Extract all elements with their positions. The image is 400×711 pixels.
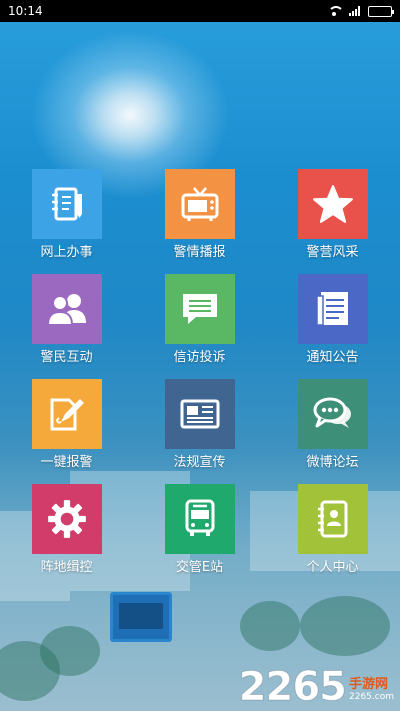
tile-label: 警营风采 — [306, 245, 359, 260]
gear-icon — [47, 500, 86, 538]
tile-icon-box — [164, 169, 235, 239]
tile-notices[interactable]: 通知公告 — [266, 274, 399, 379]
tile-weibo-forum[interactable]: 微博论坛 — [266, 379, 399, 484]
tile-label: 法规宣传 — [173, 455, 226, 470]
tile-label: 个人中心 — [306, 560, 359, 575]
tile-one-click-alarm[interactable]: 一键报警 — [0, 379, 133, 484]
wifi-icon — [327, 6, 344, 16]
notepad-icon — [51, 187, 82, 221]
tile-police-style[interactable]: 警营风采 — [266, 169, 399, 274]
chat-icon — [313, 397, 351, 428]
tile-label: 警情播报 — [173, 245, 226, 260]
tile-icon-box — [164, 484, 235, 554]
site-watermark-logo: 2265 手游网 2265.com — [238, 664, 394, 710]
watermark-number: 2265 — [238, 664, 347, 710]
bus-icon — [185, 499, 214, 536]
edit-icon — [50, 398, 84, 431]
message-icon — [182, 294, 217, 324]
newspaper-icon — [180, 399, 219, 429]
tile-police-interaction[interactable]: 警民互动 — [0, 274, 133, 379]
tile-traffic-station[interactable]: 交管E站 — [133, 484, 266, 589]
tile-label: 警民互动 — [40, 350, 93, 365]
status-time: 10:14 — [8, 4, 43, 18]
tile-online-service[interactable]: 网上办事 — [0, 169, 133, 274]
users-icon — [46, 294, 86, 326]
watermark-text: 手游网 — [349, 677, 389, 692]
battery-icon — [368, 5, 394, 17]
tile-field-control[interactable]: 阵地缉控 — [0, 484, 133, 589]
tv-icon — [181, 187, 218, 221]
tile-law-publicity[interactable]: 法规宣传 — [133, 379, 266, 484]
document-icon — [315, 292, 348, 326]
tile-icon-box — [31, 274, 102, 344]
tile-label: 网上办事 — [40, 245, 93, 260]
tile-icon-box — [164, 379, 235, 449]
tile-label: 微博论坛 — [306, 455, 359, 470]
contacts-icon — [317, 500, 347, 538]
star-icon — [312, 185, 353, 223]
tile-icon-box — [297, 274, 368, 344]
tile-personal-center[interactable]: 个人中心 — [266, 484, 399, 589]
tile-label: 通知公告 — [306, 350, 359, 365]
tile-icon-box — [164, 274, 235, 344]
tile-petition-complaint[interactable]: 信访投诉 — [133, 274, 266, 379]
kiosk-structure — [110, 592, 172, 642]
tile-label: 一键报警 — [40, 455, 93, 470]
tile-icon-box — [31, 169, 102, 239]
tile-label: 交管E站 — [175, 560, 224, 575]
signal-icon — [349, 6, 360, 16]
tile-icon-box — [297, 169, 368, 239]
tile-icon-box — [31, 379, 102, 449]
tile-icon-box — [297, 379, 368, 449]
tile-icon-box — [297, 484, 368, 554]
tile-label: 信访投诉 — [173, 350, 226, 365]
watermark-domain: 2265.com — [349, 692, 394, 702]
tile-label: 阵地缉控 — [40, 560, 93, 575]
status-bar: 10:14 — [0, 0, 400, 22]
tile-icon-box — [31, 484, 102, 554]
tile-police-alerts[interactable]: 警情播报 — [133, 169, 266, 274]
